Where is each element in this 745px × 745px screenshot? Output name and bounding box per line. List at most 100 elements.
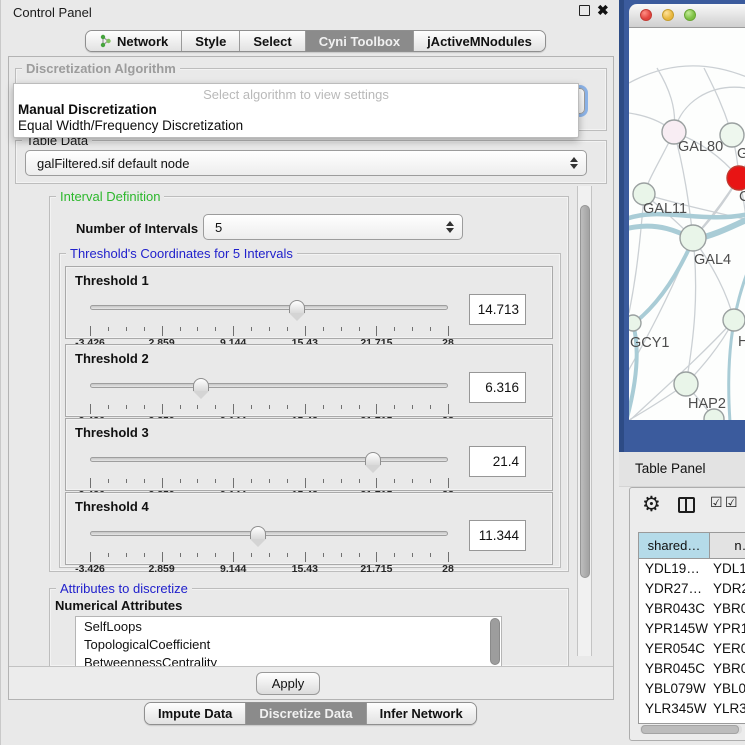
slider-ticks: [90, 552, 448, 563]
attributes-scrollbar-thumb[interactable]: [490, 618, 500, 665]
slider-tick: [162, 404, 163, 414]
mac-zoom-button[interactable]: [684, 9, 696, 21]
slider-track[interactable]: [90, 383, 448, 388]
cell-shared-name: YDR27…: [639, 579, 713, 599]
number-of-intervals-label: Number of Intervals: [76, 221, 198, 236]
content-scrollbar[interactable]: [577, 186, 592, 656]
table-row[interactable]: YBR043CYBR0: [639, 599, 745, 619]
subtab-discretize-data[interactable]: Discretize Data: [245, 703, 365, 724]
network-node-gcy1[interactable]: [629, 315, 641, 331]
slider-track[interactable]: [90, 531, 448, 536]
threshold-2-box: Threshold 2 -3.4262.8599.14415.4321.7152…: [65, 344, 553, 417]
slider-tick: [197, 553, 198, 557]
cell-name: YBR0: [713, 599, 745, 619]
slider-thumb[interactable]: [365, 452, 381, 465]
checkbox-icon[interactable]: ☑: [710, 494, 723, 511]
slider-tick: [341, 327, 342, 331]
table-row[interactable]: YPR145WYPR1: [639, 619, 745, 639]
threshold-value-field[interactable]: 11.344: [469, 520, 526, 551]
cell-name: YLR3: [713, 699, 745, 719]
network-node-c[interactable]: [727, 166, 745, 190]
network-node-ga[interactable]: [720, 123, 744, 147]
threshold-slider[interactable]: [90, 452, 448, 476]
table-row[interactable]: YDL19…YDL1: [639, 559, 745, 579]
apply-button[interactable]: Apply: [256, 672, 320, 695]
table-row[interactable]: YBL079WYBL0: [639, 679, 745, 699]
attribute-item-selfloops[interactable]: SelfLoops: [76, 617, 501, 635]
slider-thumb[interactable]: [250, 526, 266, 539]
column-header-name[interactable]: n…: [710, 533, 745, 559]
table-row[interactable]: YBR045CYBR0: [639, 659, 745, 679]
threshold-slider[interactable]: [90, 526, 448, 550]
slider-tick: [287, 327, 288, 331]
slider-tick: [359, 405, 360, 409]
mac-minimize-button[interactable]: [662, 9, 674, 21]
network-node-gal4[interactable]: [680, 225, 706, 251]
algorithm-option-equal-width-frequency-discretization[interactable]: Equal Width/Frequency Discretization: [18, 118, 243, 133]
slider-tick: [233, 326, 234, 336]
network-node-hap2[interactable]: [674, 372, 698, 396]
tab-select[interactable]: Select: [239, 31, 304, 51]
content-scrollbar-thumb[interactable]: [580, 205, 590, 578]
slider-thumb[interactable]: [289, 300, 305, 313]
slider-track[interactable]: [90, 305, 448, 310]
table-hscrollbar-thumb[interactable]: [641, 725, 739, 734]
tab-cyni-toolbox[interactable]: Cyni Toolbox: [305, 31, 413, 51]
attribute-item-topologicalcoefficient[interactable]: TopologicalCoefficient: [76, 635, 501, 653]
table-row[interactable]: YDR27…YDR2: [639, 579, 745, 599]
mac-close-button[interactable]: [640, 9, 652, 21]
number-of-intervals-spinner[interactable]: 5: [203, 214, 463, 240]
subtab-infer-network[interactable]: Infer Network: [366, 703, 476, 724]
tab-label: Cyni Toolbox: [319, 34, 400, 49]
tab-label: Select: [253, 34, 291, 49]
slider-tick: [305, 478, 306, 488]
checkbox-icon[interactable]: ☑: [725, 494, 738, 511]
cell-name: YDR2: [713, 579, 745, 599]
axis-tick-label: -3.426: [75, 563, 105, 575]
slider-ticks: [90, 326, 448, 337]
cell-shared-name: YDL19…: [639, 559, 713, 579]
table-row[interactable]: YER054CYER0: [639, 639, 745, 659]
threshold-slider[interactable]: [90, 378, 448, 402]
app-root: Control Panel ✖ NetworkStyleSelectCyni T…: [0, 0, 745, 745]
threshold-value-field[interactable]: 14.713: [469, 294, 526, 325]
slider-tick: [180, 553, 181, 557]
table-row[interactable]: YLR345WYLR3: [639, 699, 745, 719]
subtab-label: Impute Data: [158, 706, 232, 721]
threshold-value-field[interactable]: 21.4: [469, 446, 526, 477]
network-node-h[interactable]: [723, 309, 745, 331]
cell-name: YBL0: [713, 679, 745, 699]
cell-shared-name: YIL052C: [639, 719, 713, 724]
slider-tick: [108, 553, 109, 557]
subtab-impute-data[interactable]: Impute Data: [145, 703, 245, 724]
numerical-attributes-list[interactable]: SelfLoopsTopologicalCoefficientBetweenne…: [75, 616, 502, 667]
slider-ticks: [90, 404, 448, 415]
algorithm-option-manual-discretization[interactable]: Manual Discretization: [18, 102, 157, 117]
cell-name: YIL0: [713, 719, 745, 724]
slider-tick: [430, 405, 431, 409]
slider-tick: [162, 552, 163, 562]
network-node-label: GA: [737, 146, 745, 162]
column-header-shared-name[interactable]: shared…: [639, 533, 710, 559]
tab-network[interactable]: Network: [86, 31, 181, 51]
slider-tick: [233, 552, 234, 562]
network-canvas[interactable]: GAL80GACGAL11GAL4HGCY1HAP2: [629, 28, 745, 420]
table-row[interactable]: YIL052CYIL0: [639, 719, 745, 724]
threshold-value-field[interactable]: 6.316: [469, 372, 526, 403]
table-hscrollbar[interactable]: [640, 725, 742, 734]
slider-thumb[interactable]: [193, 378, 209, 391]
slider-tick: [341, 553, 342, 557]
tab-style[interactable]: Style: [181, 31, 239, 51]
float-panel-icon[interactable]: [579, 5, 590, 16]
column-layout-icon[interactable]: [678, 497, 695, 513]
close-icon[interactable]: ✖: [597, 2, 609, 19]
table-data-combobox[interactable]: galFiltered.sif default node: [25, 150, 587, 176]
tab-jactivemnodules[interactable]: jActiveMNodules: [413, 31, 545, 51]
slider-tick: [412, 479, 413, 483]
slider-track[interactable]: [90, 457, 448, 462]
attribute-item-betweennesscentrality[interactable]: BetweennessCentrality: [76, 653, 501, 667]
group-title-discretization-algorithm: Discretization Algorithm: [22, 61, 180, 76]
gear-icon[interactable]: ⚙: [642, 494, 661, 515]
slider-tick: [90, 552, 91, 562]
threshold-slider[interactable]: [90, 300, 448, 324]
